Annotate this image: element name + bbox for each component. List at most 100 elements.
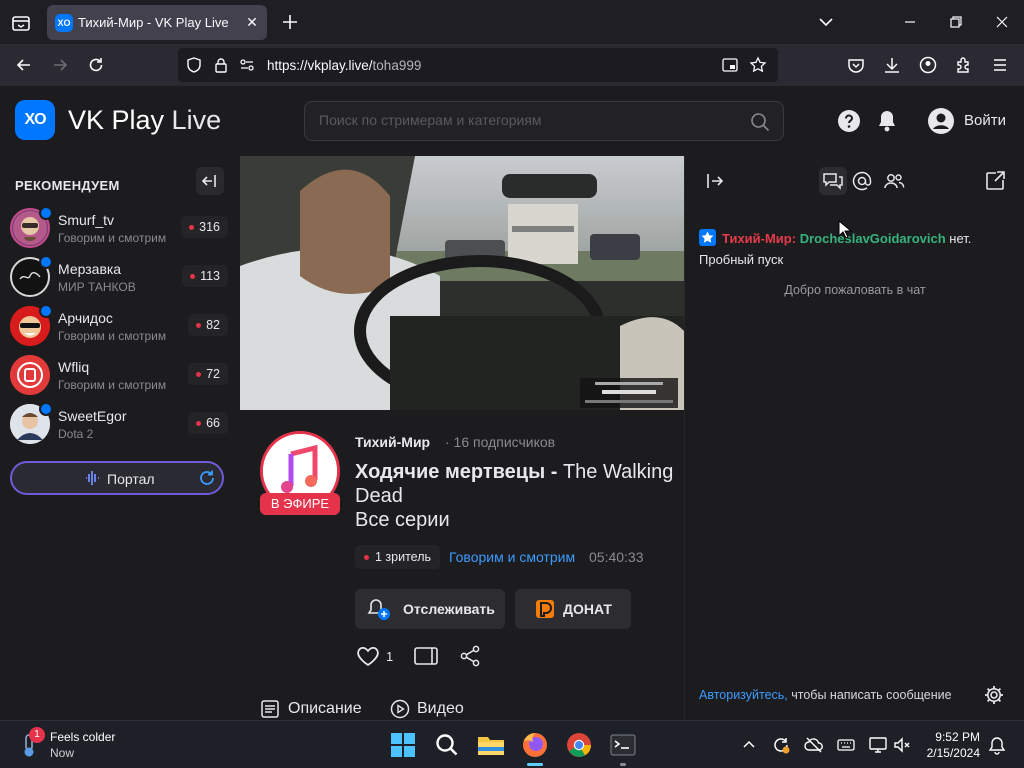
- bookmark-star-icon[interactable]: [749, 56, 767, 74]
- chrome-icon[interactable]: [563, 729, 595, 761]
- firefox-icon[interactable]: [519, 729, 551, 761]
- login-button[interactable]: Войти: [964, 112, 1006, 129]
- window-close-icon[interactable]: [992, 12, 1012, 32]
- search-input[interactable]: [319, 112, 739, 128]
- network-monitor-icon[interactable]: [868, 735, 888, 755]
- taskbar-clock-date[interactable]: 2/15/2024: [927, 746, 980, 760]
- pocket-icon[interactable]: [846, 55, 866, 75]
- tab-overflow-chevron-icon[interactable]: [816, 12, 836, 32]
- chat-text-tail: нет.: [945, 231, 972, 246]
- terminal-icon[interactable]: [607, 729, 639, 761]
- chat-tab-messages[interactable]: [819, 167, 847, 195]
- cloud-offline-icon[interactable]: [804, 735, 824, 755]
- chat-tab-mentions-at-icon[interactable]: [851, 170, 873, 192]
- url-bar[interactable]: https://vkplay.live/toha999: [178, 48, 778, 82]
- search-box[interactable]: [304, 101, 784, 141]
- notification-center-bell-icon[interactable]: [987, 735, 1007, 755]
- streamer-category: Говорим и смотрим: [58, 231, 167, 245]
- site-logo-text[interactable]: VK Play Live: [68, 105, 221, 136]
- donate-button[interactable]: ДОНАТ: [515, 589, 631, 629]
- window-restore-icon[interactable]: [946, 12, 966, 32]
- tab-list-icon[interactable]: [10, 12, 32, 34]
- stream-title: Ходячие мертвецы - The Walking Dead Все с…: [355, 460, 675, 532]
- streamer-category: Dota 2: [58, 427, 94, 441]
- hamburger-menu-icon[interactable]: [990, 55, 1010, 75]
- back-arrow-icon[interactable]: [14, 55, 34, 75]
- streamer-item-wfliq[interactable]: Wfliq Говорим и смотрим 72: [10, 353, 230, 397]
- site-permissions-icon[interactable]: [238, 56, 256, 74]
- taskbar-search-icon[interactable]: [431, 729, 463, 761]
- viewer-count-badge: 82: [188, 314, 228, 336]
- sync-update-icon[interactable]: [771, 735, 791, 755]
- windows-start-icon[interactable]: [387, 729, 419, 761]
- reload-icon[interactable]: [86, 55, 106, 75]
- search-icon[interactable]: [749, 111, 771, 133]
- url-host: https://vkplay.live/: [267, 58, 373, 73]
- chat-author[interactable]: Тихий-Мир:: [722, 231, 796, 246]
- video-player[interactable]: [240, 156, 684, 410]
- portal-button[interactable]: Портал: [10, 461, 224, 495]
- browser-tab-active[interactable]: XO Тихий-Мир - VK Play Live ✕: [47, 5, 267, 40]
- vkplay-logo-icon[interactable]: XO: [15, 100, 55, 140]
- collapse-sidebar-button[interactable]: [196, 167, 224, 195]
- keyboard-language-icon[interactable]: [836, 735, 856, 755]
- windows-taskbar: 1 Feels colder Now 9:52 PM 2/15/2024: [0, 720, 1024, 768]
- category-link[interactable]: Говорим и смотрим: [449, 549, 575, 565]
- window-minimize-icon[interactable]: [900, 12, 920, 32]
- picture-in-picture-icon[interactable]: [721, 56, 739, 74]
- chat-tab-users-icon[interactable]: [882, 170, 906, 192]
- description-doc-icon: [260, 699, 280, 719]
- video-play-circle-icon: [390, 699, 410, 719]
- chat-mention[interactable]: DrocheslavGoidarovich: [800, 231, 946, 246]
- streamer-item-sweetegor[interactable]: SweetEgor Dota 2 66: [10, 402, 230, 446]
- donation-alerts-icon: [535, 599, 555, 619]
- firefox-active-indicator: [527, 763, 543, 766]
- streamer-item-smurf-tv[interactable]: Smurf_tv Говорим и смотрим 316: [10, 206, 230, 250]
- extensions-puzzle-icon[interactable]: [954, 55, 974, 75]
- volume-muted-icon[interactable]: [892, 735, 912, 755]
- lock-icon[interactable]: [212, 56, 230, 74]
- chat-panel: Тихий-Мир: DrocheslavGoidarovich нет. Про…: [684, 156, 1024, 720]
- heart-like-icon[interactable]: [355, 644, 381, 668]
- tracking-shield-icon[interactable]: [185, 56, 203, 74]
- collapse-chat-icon[interactable]: [703, 170, 727, 192]
- verified-badge-icon: [39, 206, 53, 220]
- weather-summary[interactable]: Feels colder: [50, 730, 115, 744]
- avatar: [10, 355, 50, 395]
- chat-settings-gear-icon[interactable]: [983, 684, 1005, 706]
- tab-close-icon[interactable]: ✕: [243, 13, 261, 31]
- tab-description[interactable]: Описание: [288, 700, 362, 718]
- site-header: XO VK Play Live Войти: [0, 86, 1024, 156]
- share-icon[interactable]: [458, 644, 482, 668]
- url-path: toha999: [372, 58, 422, 73]
- streamer-item-archidos[interactable]: Арчидос Говорим и смотрим 82: [10, 304, 230, 348]
- forward-arrow-icon[interactable]: [50, 55, 70, 75]
- streamer-name: Smurf_tv: [58, 212, 115, 228]
- user-avatar-icon[interactable]: [927, 107, 955, 135]
- auth-link[interactable]: Авторизуйтесь,: [699, 688, 788, 702]
- notifications-bell-icon[interactable]: [875, 108, 899, 134]
- popout-chat-icon[interactable]: [983, 169, 1007, 193]
- streamer-category: МИР ТАНКОВ: [58, 280, 136, 294]
- weather-time: Now: [50, 746, 75, 760]
- chat-text-line2: Пробный пуск: [699, 252, 784, 267]
- channel-name[interactable]: Тихий-Мир: [355, 434, 430, 450]
- new-tab-plus-icon[interactable]: [280, 12, 300, 32]
- recommended-heading: РЕКОМЕНДУЕМ: [15, 178, 120, 193]
- taskbar-clock-time[interactable]: 9:52 PM: [935, 730, 980, 744]
- video-frame-image: [240, 156, 684, 410]
- streamer-item-merzavka[interactable]: Мерзавка МИР ТАНКОВ 113: [10, 255, 230, 299]
- like-count: 1: [386, 649, 394, 664]
- account-icon[interactable]: [918, 55, 938, 75]
- viewer-count-badge: 113: [182, 265, 228, 287]
- stream-info-panel: В ЭФИРЕ Тихий-Мир · 16 подписчиков Ходяч…: [240, 410, 684, 720]
- tab-video[interactable]: Видео: [417, 700, 464, 718]
- verified-badge-icon: [39, 304, 53, 318]
- tray-overflow-chevron-icon[interactable]: [740, 736, 758, 754]
- follow-button[interactable]: Отслеживать: [355, 589, 505, 629]
- downloads-icon[interactable]: [882, 55, 902, 75]
- refresh-icon[interactable]: [197, 468, 217, 488]
- theater-mode-icon[interactable]: [414, 646, 438, 666]
- help-question-icon[interactable]: [837, 109, 861, 133]
- file-explorer-icon[interactable]: [475, 729, 507, 761]
